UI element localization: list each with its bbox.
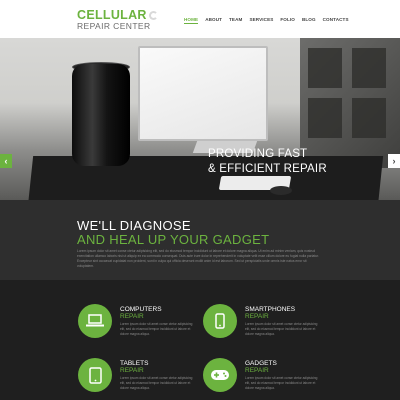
logo-title-text: CELLULAR — [77, 8, 147, 22]
slider-prev-button[interactable]: ‹ — [0, 154, 12, 168]
service-description: Lorem ipsum dolor sit amet conse ctetur … — [245, 376, 318, 390]
slider-next-button[interactable]: › — [388, 154, 400, 168]
nav-item-services[interactable]: SERVICES — [249, 17, 273, 24]
service-title: SMARTPHONES — [245, 306, 296, 313]
chevron-left-icon: ‹ — [4, 156, 8, 166]
tablet-icon — [78, 358, 112, 392]
logo-title: CELLULAR — [77, 9, 158, 21]
diagnose-section: WE'LL DIAGNOSE AND HEAL UP YOUR GADGET L… — [0, 200, 400, 280]
hero-caption-line2: & EFFICIENT REPAIR — [208, 163, 327, 175]
service-title: TABLETS — [120, 360, 149, 367]
main-nav: HOME ABOUT TEAM SERVICES FOLIO BLOG CONT… — [184, 17, 356, 24]
logo-mark-icon — [148, 10, 158, 20]
chevron-right-icon: › — [392, 156, 396, 166]
hero-monitor-image — [138, 46, 268, 141]
nav-item-team[interactable]: TEAM — [229, 17, 242, 24]
laptop-icon — [78, 304, 112, 338]
logo[interactable]: CELLULAR REPAIR CENTER — [77, 9, 158, 31]
service-subtitle: REPAIR — [245, 367, 269, 374]
hero-slider: PROVIDING FAST & EFFICIENT REPAIR ‹ › — [0, 38, 400, 200]
diagnose-paragraph: Lorem ipsum dolor sit amet conse ctetur … — [77, 249, 319, 268]
nav-item-folio[interactable]: FOLIO — [280, 17, 295, 24]
service-description: Lorem ipsum dolor sit amet conse ctetur … — [120, 322, 193, 336]
diagnose-heading-accent: AND HEAL UP YOUR GADGET — [77, 232, 270, 247]
services-section: COMPUTERS REPAIR Lorem ipsum dolor sit a… — [0, 280, 400, 400]
hero-caption-line1: PROVIDING FAST — [208, 148, 308, 160]
smartphone-icon — [203, 304, 237, 338]
logo-subtitle: REPAIR CENTER — [77, 21, 151, 31]
service-description: Lorem ipsum dolor sit amet conse ctetur … — [245, 322, 318, 336]
hero-mouse-image — [270, 186, 292, 195]
hero-background-window — [300, 38, 400, 168]
nav-item-blog[interactable]: BLOG — [302, 17, 316, 24]
gamepad-icon — [203, 358, 237, 392]
service-title: GADGETS — [245, 360, 277, 367]
service-description: Lorem ipsum dolor sit amet conse ctetur … — [120, 376, 193, 390]
nav-item-home[interactable]: HOME — [184, 17, 199, 24]
hero-computer-tower-image — [72, 64, 130, 166]
diagnose-heading: WE'LL DIAGNOSE — [77, 218, 191, 233]
nav-item-about[interactable]: ABOUT — [205, 17, 222, 24]
service-subtitle: REPAIR — [245, 313, 269, 320]
nav-item-contacts[interactable]: CONTACTS — [323, 17, 349, 24]
service-subtitle: REPAIR — [120, 367, 144, 374]
site-header: CELLULAR REPAIR CENTER HOME ABOUT TEAM S… — [0, 0, 400, 38]
service-title: COMPUTERS — [120, 306, 162, 313]
service-subtitle: REPAIR — [120, 313, 144, 320]
